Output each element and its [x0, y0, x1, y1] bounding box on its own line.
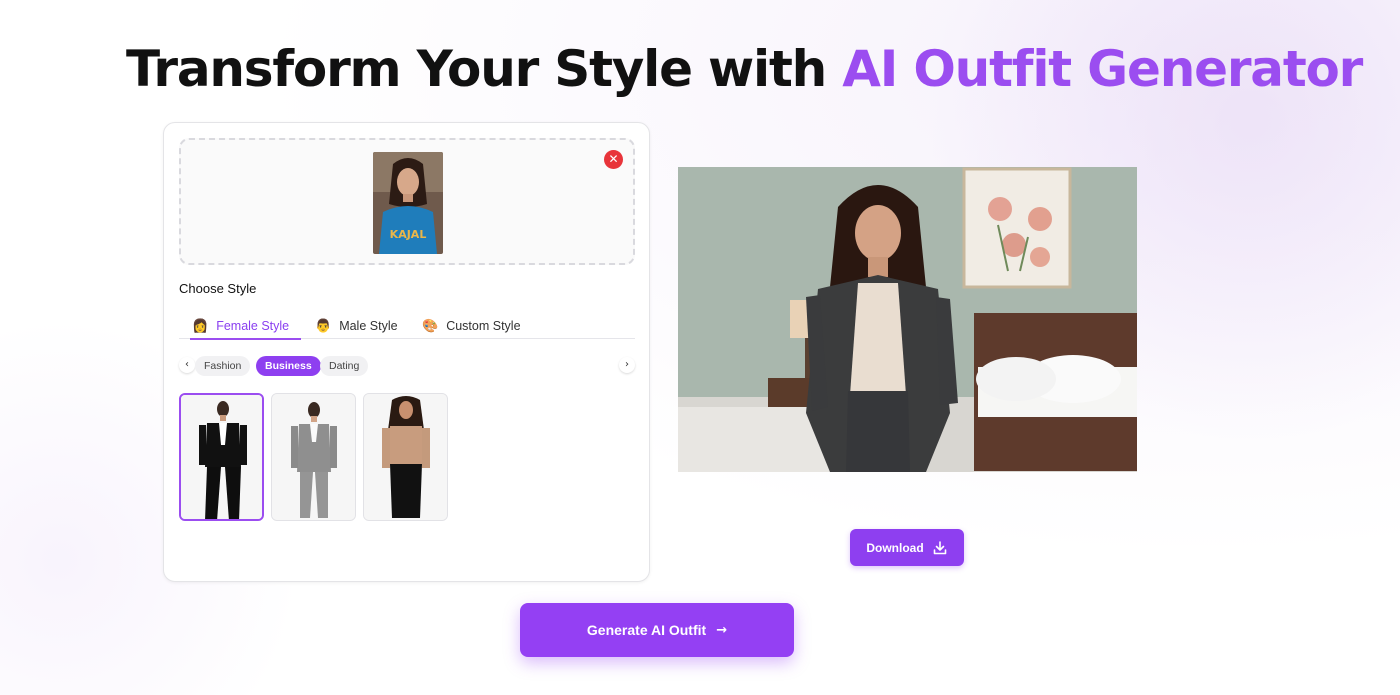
tab-label: Custom Style — [446, 319, 521, 333]
remove-photo-button[interactable]: ✕ — [604, 150, 623, 169]
close-icon: ✕ — [608, 152, 619, 166]
man-icon: 👨 — [315, 318, 332, 334]
generate-outfit-button[interactable]: Generate AI Outfit → — [520, 603, 794, 657]
style-tabs: 👩 Female Style 👨 Male Style 🎨 Custom Sty… — [179, 313, 635, 340]
woman-icon: 👩 — [192, 318, 209, 334]
style-panel: KAJAL ✕ Choose Style 👩 Female Style 👨 Ma… — [163, 122, 650, 582]
scroll-left-button[interactable]: ‹ — [179, 357, 195, 373]
scroll-right-button[interactable]: › — [619, 357, 635, 373]
tab-label: Male Style — [339, 319, 398, 333]
shirt-text: KAJAL — [390, 228, 427, 241]
palette-icon: 🎨 — [422, 318, 439, 334]
generated-result-image — [678, 167, 1137, 472]
title-prefix: Transform Your Style with — [126, 40, 843, 98]
title-accent: AI Outfit Generator — [842, 40, 1363, 98]
chevron-left-icon: ‹ — [185, 359, 189, 370]
tab-female-style[interactable]: 👩 Female Style — [189, 313, 302, 340]
category-chip-dating[interactable]: Dating — [320, 356, 369, 376]
satin-blouse-figure-icon — [364, 394, 447, 520]
outfit-option-satin-blouse[interactable] — [363, 393, 448, 521]
outfit-option-grey-suit[interactable] — [271, 393, 356, 521]
generated-photo-icon — [678, 167, 1137, 472]
download-button[interactable]: Download — [850, 529, 964, 566]
category-row: ‹ Fashion Business Dating › — [179, 355, 635, 377]
download-label: Download — [866, 540, 924, 555]
black-suit-figure-icon — [181, 395, 262, 519]
page-title: Transform Your Style with AI Outfit Gene… — [126, 40, 1363, 98]
tab-custom-style[interactable]: 🎨 Custom Style — [422, 313, 521, 339]
tab-label: Female Style — [216, 319, 290, 333]
category-chip-fashion[interactable]: Fashion — [195, 356, 251, 376]
uploaded-photo-thumbnail: KAJAL — [373, 152, 443, 254]
arrow-right-icon: → — [716, 622, 728, 638]
choose-style-label: Choose Style — [179, 281, 257, 296]
grey-suit-figure-icon — [272, 394, 355, 520]
chevron-right-icon: › — [625, 359, 629, 370]
generate-label: Generate AI Outfit — [586, 622, 707, 638]
portrait-image: KAJAL — [373, 152, 443, 254]
category-chip-business[interactable]: Business — [256, 356, 321, 376]
outfit-option-black-suit[interactable] — [179, 393, 264, 521]
upload-dropzone[interactable]: KAJAL ✕ — [179, 138, 635, 265]
tab-male-style[interactable]: 👨 Male Style — [315, 313, 398, 339]
download-icon — [933, 540, 946, 554]
